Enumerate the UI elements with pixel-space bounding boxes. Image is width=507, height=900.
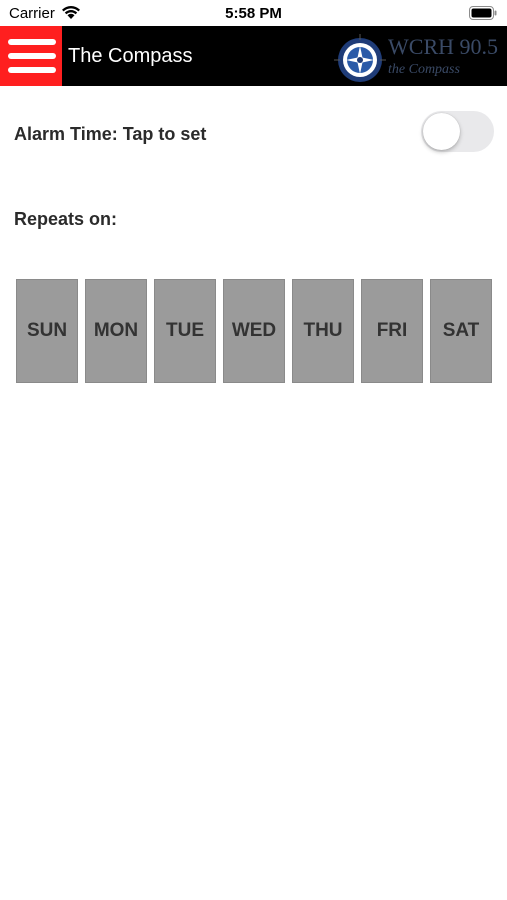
day-button-tue[interactable]: TUE <box>154 279 216 383</box>
battery-icon <box>469 6 497 20</box>
toggle-knob <box>423 113 460 150</box>
nav-bar: The Compass WCRH 90.5 the Compass <box>0 26 507 86</box>
alarm-time-label[interactable]: Alarm Time: Tap to set <box>14 124 206 145</box>
day-button-fri[interactable]: FRI <box>361 279 423 383</box>
day-button-sun[interactable]: SUN <box>16 279 78 383</box>
day-button-thu[interactable]: THU <box>292 279 354 383</box>
day-button-wed[interactable]: WED <box>223 279 285 383</box>
alarm-toggle[interactable] <box>421 111 494 152</box>
logo-text: WCRH 90.5 <box>388 34 498 59</box>
logo-subtext: the Compass <box>388 62 460 77</box>
day-button-sat[interactable]: SAT <box>430 279 492 383</box>
status-bar: Carrier 5:58 PM <box>0 0 507 26</box>
station-logo: WCRH 90.5 the Compass <box>332 30 498 84</box>
repeats-label: Repeats on: <box>14 209 118 229</box>
compass-icon <box>334 34 386 82</box>
menu-button[interactable] <box>0 26 62 86</box>
page-title: The Compass <box>68 45 193 67</box>
clock-time: 5:58 PM <box>225 5 282 22</box>
day-selector: SUN MON TUE WED THU FRI SAT <box>16 279 492 383</box>
day-button-mon[interactable]: MON <box>85 279 147 383</box>
